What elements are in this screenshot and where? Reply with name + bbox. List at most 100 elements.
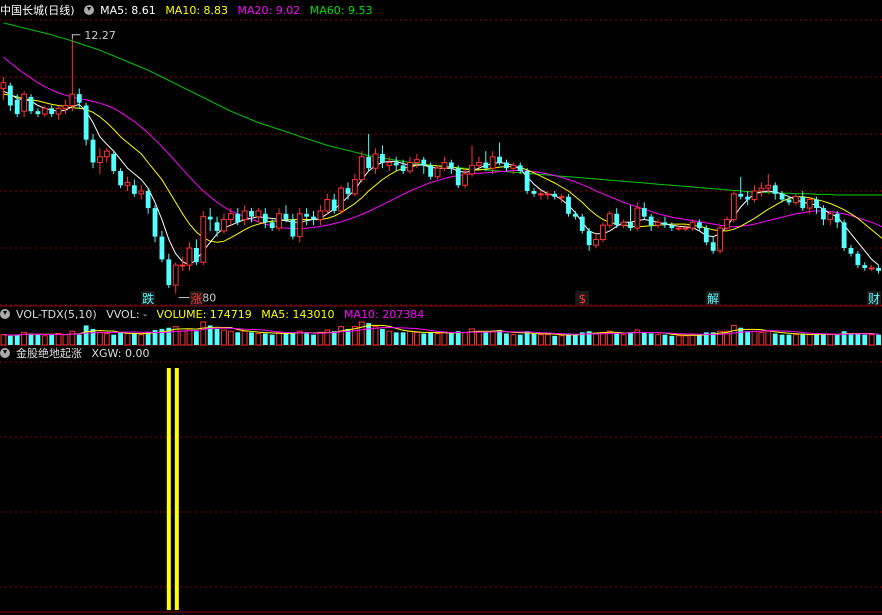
volume-bar [682,335,689,346]
candle-body [21,93,28,112]
candle-body [83,105,89,140]
volume-bar [786,334,792,345]
volume-bar [241,330,248,346]
volume-bar [413,331,420,346]
volume-bar [276,331,282,346]
candle-body [517,165,523,172]
candle-body [172,264,179,286]
candle-body [758,187,765,192]
candle-body [841,222,847,248]
candle-body [855,253,861,266]
candle-body [345,188,351,194]
price-panel-header: 中国长城(日线) MA5: 8.61 MA10: 8.83 MA20: 9.02… [0,3,378,19]
volume-bar [792,334,799,346]
volume-bar [311,334,316,345]
candle-body [413,159,420,163]
volume-title: VOL-TDX(5,10) [16,308,97,321]
high-marker-arrow [71,34,81,39]
candle-body [552,193,558,197]
volume-bar [696,334,702,345]
volume-bar [7,335,13,345]
volume-bar [675,335,682,346]
volume-ma5-legend: MA5: 143010 [261,308,335,321]
dropdown-icon[interactable] [0,309,10,319]
candle-body [428,165,434,177]
volume-bar [745,331,751,345]
volume-bar [200,321,207,346]
volume-bar [407,330,413,346]
volume-bar [386,330,393,346]
volume-bar [338,326,344,346]
candle-body [55,107,62,115]
candle-body [786,199,792,203]
volume-bar [55,333,62,346]
volume-bar [489,330,496,346]
candle-body [655,221,661,226]
volume-bar [304,333,310,345]
candle-body [868,267,875,270]
volume-bar [779,334,785,345]
candle-body [703,228,709,243]
candle-body [751,190,758,201]
candle-body [834,213,840,223]
candle-body [579,216,585,231]
candle-body [745,196,751,200]
candle-body [434,167,441,178]
volume-bar [862,334,868,345]
volume-bar [552,335,558,345]
volume-bar [69,330,76,346]
candle-body [504,162,509,169]
ma10-line [3,93,882,243]
volume-bar [358,321,365,346]
candle-body [269,222,275,229]
volume-bar [0,334,7,346]
candle-body [69,93,76,106]
candle-body [358,156,365,181]
candle-body [544,193,551,196]
candle-body [455,168,461,186]
volume-bar [28,333,34,345]
volume-bar [76,334,82,345]
candle-body [724,219,730,229]
high-marker-label: 12.27 [84,29,116,42]
ma60-line [3,22,882,196]
candle-body [441,162,448,169]
signal-bar [166,368,171,610]
candle-body [806,199,813,209]
volume-bar [483,332,489,345]
dropdown-icon[interactable] [0,348,10,358]
stock-title: 中国长城(日线) [0,4,75,17]
volume-bar [214,328,220,345]
candle-body [614,213,620,226]
volume-bar [662,334,668,345]
candle-body [558,196,565,199]
volume-bar [393,332,399,345]
candle-body [214,222,220,231]
candle-body [448,162,454,169]
volume-bar [876,334,881,345]
dropdown-icon[interactable] [84,5,95,15]
volume-bar [628,332,633,345]
volume-bar [806,334,813,346]
candle-body [730,193,737,221]
volume-bar [855,333,861,345]
ma5-legend: MA5: 8.61 [100,4,156,17]
ma20-legend: MA20: 9.02 [237,4,301,17]
volume-bar [221,329,227,346]
candle-body [186,247,193,266]
volume-bar [800,333,806,345]
candle-body [792,196,799,203]
volume-bar [193,331,199,345]
volume-bar [262,333,268,345]
candle-body [159,236,165,260]
candle-body [317,210,324,220]
volume-bar [179,330,186,346]
candle-body [717,227,723,252]
candle-body [641,208,647,217]
vvol-legend: VVOL: - [106,308,148,321]
candle-body [200,216,207,263]
candle-body [249,210,254,217]
candle-body [682,227,689,230]
candle-body [538,193,544,196]
volume-bar [751,330,758,346]
